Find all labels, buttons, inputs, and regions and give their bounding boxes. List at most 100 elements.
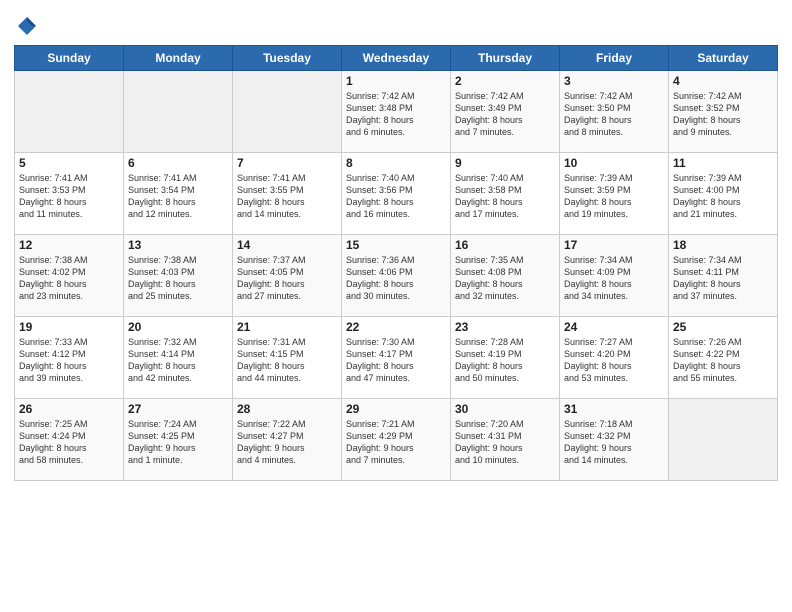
calendar-cell: 1 Sunrise: 7:42 AM Sunset: 3:48 PM Daylig… <box>342 70 451 152</box>
day-number: 25 <box>673 320 773 334</box>
page: SundayMondayTuesdayWednesdayThursdayFrid… <box>0 0 792 612</box>
cell-info: Sunrise: 7:33 AM Sunset: 4:12 PM Dayligh… <box>19 336 119 385</box>
cell-info: Sunrise: 7:37 AM Sunset: 4:05 PM Dayligh… <box>237 254 337 303</box>
cell-info: Sunrise: 7:24 AM Sunset: 4:25 PM Dayligh… <box>128 418 228 467</box>
calendar-cell <box>669 398 778 480</box>
cell-info: Sunrise: 7:38 AM Sunset: 4:02 PM Dayligh… <box>19 254 119 303</box>
day-number: 7 <box>237 156 337 170</box>
cell-info: Sunrise: 7:41 AM Sunset: 3:53 PM Dayligh… <box>19 172 119 221</box>
day-number: 20 <box>128 320 228 334</box>
cell-info: Sunrise: 7:42 AM Sunset: 3:50 PM Dayligh… <box>564 90 664 139</box>
cell-info: Sunrise: 7:42 AM Sunset: 3:52 PM Dayligh… <box>673 90 773 139</box>
cell-info: Sunrise: 7:18 AM Sunset: 4:32 PM Dayligh… <box>564 418 664 467</box>
cell-info: Sunrise: 7:21 AM Sunset: 4:29 PM Dayligh… <box>346 418 446 467</box>
calendar-cell: 17 Sunrise: 7:34 AM Sunset: 4:09 PM Dayli… <box>560 234 669 316</box>
cell-info: Sunrise: 7:41 AM Sunset: 3:54 PM Dayligh… <box>128 172 228 221</box>
cell-info: Sunrise: 7:39 AM Sunset: 3:59 PM Dayligh… <box>564 172 664 221</box>
weekday-wednesday: Wednesday <box>342 45 451 70</box>
cell-info: Sunrise: 7:30 AM Sunset: 4:17 PM Dayligh… <box>346 336 446 385</box>
cell-info: Sunrise: 7:36 AM Sunset: 4:06 PM Dayligh… <box>346 254 446 303</box>
logo-general <box>14 14 38 37</box>
cell-info: Sunrise: 7:22 AM Sunset: 4:27 PM Dayligh… <box>237 418 337 467</box>
cell-info: Sunrise: 7:32 AM Sunset: 4:14 PM Dayligh… <box>128 336 228 385</box>
calendar-cell: 5 Sunrise: 7:41 AM Sunset: 3:53 PM Daylig… <box>15 152 124 234</box>
cell-info: Sunrise: 7:38 AM Sunset: 4:03 PM Dayligh… <box>128 254 228 303</box>
day-number: 16 <box>455 238 555 252</box>
header <box>14 14 778 37</box>
day-number: 14 <box>237 238 337 252</box>
calendar-cell: 18Sunrise: 7:34 AM Sunset: 4:11 PM Dayli… <box>669 234 778 316</box>
calendar-cell: 30 Sunrise: 7:20 AM Sunset: 4:31 PM Dayli… <box>451 398 560 480</box>
day-number: 1 <box>346 74 446 88</box>
cell-info: Sunrise: 7:40 AM Sunset: 3:56 PM Dayligh… <box>346 172 446 221</box>
day-number: 26 <box>19 402 119 416</box>
calendar-cell: 12Sunrise: 7:38 AM Sunset: 4:02 PM Dayli… <box>15 234 124 316</box>
calendar-cell: 27 Sunrise: 7:24 AM Sunset: 4:25 PM Dayli… <box>124 398 233 480</box>
calendar-cell: 9 Sunrise: 7:40 AM Sunset: 3:58 PM Daylig… <box>451 152 560 234</box>
calendar-cell: 20 Sunrise: 7:32 AM Sunset: 4:14 PM Dayli… <box>124 316 233 398</box>
day-number: 8 <box>346 156 446 170</box>
day-number: 4 <box>673 74 773 88</box>
day-number: 22 <box>346 320 446 334</box>
day-number: 19 <box>19 320 119 334</box>
day-number: 30 <box>455 402 555 416</box>
day-number: 9 <box>455 156 555 170</box>
cell-info: Sunrise: 7:25 AM Sunset: 4:24 PM Dayligh… <box>19 418 119 467</box>
logo <box>14 14 38 37</box>
cell-info: Sunrise: 7:26 AM Sunset: 4:22 PM Dayligh… <box>673 336 773 385</box>
cell-info: Sunrise: 7:31 AM Sunset: 4:15 PM Dayligh… <box>237 336 337 385</box>
day-number: 2 <box>455 74 555 88</box>
calendar-cell: 28 Sunrise: 7:22 AM Sunset: 4:27 PM Dayli… <box>233 398 342 480</box>
day-number: 21 <box>237 320 337 334</box>
weekday-tuesday: Tuesday <box>233 45 342 70</box>
day-number: 31 <box>564 402 664 416</box>
day-number: 27 <box>128 402 228 416</box>
week-row-3: 12Sunrise: 7:38 AM Sunset: 4:02 PM Dayli… <box>15 234 778 316</box>
week-row-2: 5 Sunrise: 7:41 AM Sunset: 3:53 PM Daylig… <box>15 152 778 234</box>
cell-info: Sunrise: 7:34 AM Sunset: 4:11 PM Dayligh… <box>673 254 773 303</box>
day-number: 24 <box>564 320 664 334</box>
cell-info: Sunrise: 7:20 AM Sunset: 4:31 PM Dayligh… <box>455 418 555 467</box>
cell-info: Sunrise: 7:34 AM Sunset: 4:09 PM Dayligh… <box>564 254 664 303</box>
day-number: 3 <box>564 74 664 88</box>
week-row-5: 26 Sunrise: 7:25 AM Sunset: 4:24 PM Dayli… <box>15 398 778 480</box>
calendar-cell: 15 Sunrise: 7:36 AM Sunset: 4:06 PM Dayli… <box>342 234 451 316</box>
calendar-cell: 2 Sunrise: 7:42 AM Sunset: 3:49 PM Daylig… <box>451 70 560 152</box>
calendar-cell: 22 Sunrise: 7:30 AM Sunset: 4:17 PM Dayli… <box>342 316 451 398</box>
weekday-header-row: SundayMondayTuesdayWednesdayThursdayFrid… <box>15 45 778 70</box>
cell-info: Sunrise: 7:40 AM Sunset: 3:58 PM Dayligh… <box>455 172 555 221</box>
calendar-cell: 4 Sunrise: 7:42 AM Sunset: 3:52 PM Daylig… <box>669 70 778 152</box>
day-number: 13 <box>128 238 228 252</box>
day-number: 28 <box>237 402 337 416</box>
day-number: 15 <box>346 238 446 252</box>
day-number: 17 <box>564 238 664 252</box>
day-number: 6 <box>128 156 228 170</box>
calendar-cell: 8 Sunrise: 7:40 AM Sunset: 3:56 PM Daylig… <box>342 152 451 234</box>
day-number: 5 <box>19 156 119 170</box>
calendar-cell: 24 Sunrise: 7:27 AM Sunset: 4:20 PM Dayli… <box>560 316 669 398</box>
calendar-cell <box>233 70 342 152</box>
calendar-cell: 21 Sunrise: 7:31 AM Sunset: 4:15 PM Dayli… <box>233 316 342 398</box>
calendar-cell: 3 Sunrise: 7:42 AM Sunset: 3:50 PM Daylig… <box>560 70 669 152</box>
day-number: 29 <box>346 402 446 416</box>
calendar-cell: 7 Sunrise: 7:41 AM Sunset: 3:55 PM Daylig… <box>233 152 342 234</box>
weekday-sunday: Sunday <box>15 45 124 70</box>
calendar-cell: 26 Sunrise: 7:25 AM Sunset: 4:24 PM Dayli… <box>15 398 124 480</box>
calendar-cell: 31 Sunrise: 7:18 AM Sunset: 4:32 PM Dayli… <box>560 398 669 480</box>
calendar: SundayMondayTuesdayWednesdayThursdayFrid… <box>14 45 778 481</box>
calendar-cell: 16Sunrise: 7:35 AM Sunset: 4:08 PM Dayli… <box>451 234 560 316</box>
day-number: 23 <box>455 320 555 334</box>
day-number: 11 <box>673 156 773 170</box>
cell-info: Sunrise: 7:42 AM Sunset: 3:49 PM Dayligh… <box>455 90 555 139</box>
weekday-friday: Friday <box>560 45 669 70</box>
cell-info: Sunrise: 7:27 AM Sunset: 4:20 PM Dayligh… <box>564 336 664 385</box>
cell-info: Sunrise: 7:41 AM Sunset: 3:55 PM Dayligh… <box>237 172 337 221</box>
calendar-cell: 29 Sunrise: 7:21 AM Sunset: 4:29 PM Dayli… <box>342 398 451 480</box>
calendar-cell: 10Sunrise: 7:39 AM Sunset: 3:59 PM Dayli… <box>560 152 669 234</box>
cell-info: Sunrise: 7:42 AM Sunset: 3:48 PM Dayligh… <box>346 90 446 139</box>
calendar-cell: 23Sunrise: 7:28 AM Sunset: 4:19 PM Dayli… <box>451 316 560 398</box>
calendar-cell: 25 Sunrise: 7:26 AM Sunset: 4:22 PM Dayli… <box>669 316 778 398</box>
week-row-4: 19 Sunrise: 7:33 AM Sunset: 4:12 PM Dayli… <box>15 316 778 398</box>
calendar-cell: 13 Sunrise: 7:38 AM Sunset: 4:03 PM Dayli… <box>124 234 233 316</box>
weekday-monday: Monday <box>124 45 233 70</box>
